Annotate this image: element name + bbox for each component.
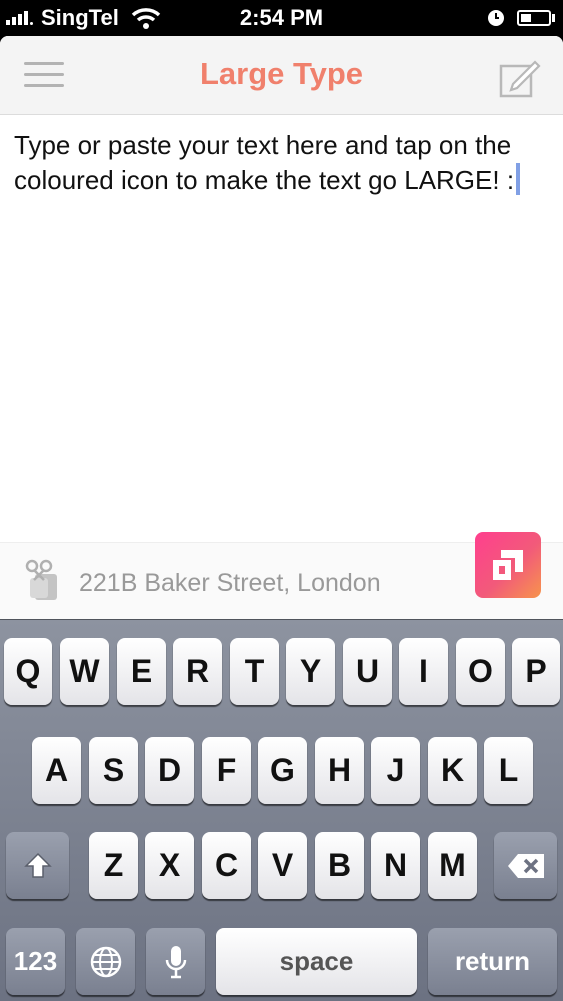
key-b[interactable]: B — [315, 832, 364, 899]
key-o[interactable]: O — [456, 638, 505, 705]
key-r[interactable]: R — [173, 638, 222, 705]
location-text[interactable]: 221B Baker Street, London — [79, 569, 381, 598]
key-w[interactable]: W — [60, 638, 109, 705]
key-s[interactable]: S — [89, 737, 138, 804]
key-c[interactable]: C — [202, 832, 251, 899]
globe-icon — [90, 946, 121, 977]
backspace-icon — [507, 853, 544, 878]
key-z[interactable]: Z — [89, 832, 138, 899]
key-q[interactable]: Q — [4, 638, 52, 705]
key-p[interactable]: P — [512, 638, 560, 705]
backspace-key[interactable] — [494, 832, 557, 899]
status-bar: SingTel 2:54 PM — [0, 0, 563, 36]
editor-text: Type or paste your text here and tap on … — [14, 130, 515, 195]
key-j[interactable]: J — [371, 737, 420, 804]
space-key[interactable]: space — [216, 928, 417, 995]
battery-tip — [552, 14, 555, 22]
key-h[interactable]: H — [315, 737, 364, 804]
key-g[interactable]: G — [258, 737, 307, 804]
key-u[interactable]: U — [343, 638, 392, 705]
page-title: Large Type — [199, 56, 364, 91]
key-n[interactable]: N — [371, 832, 420, 899]
microphone-icon — [165, 945, 186, 978]
shift-arrow-icon — [23, 852, 52, 878]
microphone-key[interactable] — [146, 928, 205, 995]
expand-icon — [493, 550, 523, 580]
key-i[interactable]: I — [399, 638, 448, 705]
navigation-bar: Large Type — [0, 36, 563, 115]
make-large-button[interactable] — [475, 532, 541, 598]
shift-key[interactable] — [6, 832, 69, 899]
battery-icon — [517, 10, 551, 26]
key-v[interactable]: V — [258, 832, 307, 899]
key-k[interactable]: K — [428, 737, 477, 804]
return-key[interactable]: return — [428, 928, 557, 995]
key-e[interactable]: E — [117, 638, 166, 705]
key-d[interactable]: D — [145, 737, 194, 804]
text-caret — [516, 163, 521, 195]
key-l[interactable]: L — [484, 737, 533, 804]
key-y[interactable]: Y — [286, 638, 335, 705]
compose-icon[interactable] — [499, 58, 541, 98]
alarm-clock-icon — [488, 10, 504, 26]
key-f[interactable]: F — [202, 737, 251, 804]
key-t[interactable]: T — [230, 638, 279, 705]
keyboard: Q W E R T Y U I O P A S D F G H J K L Z … — [0, 619, 563, 1001]
app-screen: Large Type Type or paste your text here … — [0, 36, 563, 619]
text-editor[interactable]: Type or paste your text here and tap on … — [14, 128, 544, 198]
status-time: 2:54 PM — [239, 5, 324, 30]
globe-key[interactable] — [76, 928, 135, 995]
numbers-key[interactable]: 123 — [6, 928, 65, 995]
key-a[interactable]: A — [32, 737, 81, 804]
clipboard-scissors-icon[interactable] — [22, 558, 64, 602]
status-right — [487, 6, 555, 30]
key-m[interactable]: M — [428, 832, 477, 899]
key-x[interactable]: X — [145, 832, 194, 899]
